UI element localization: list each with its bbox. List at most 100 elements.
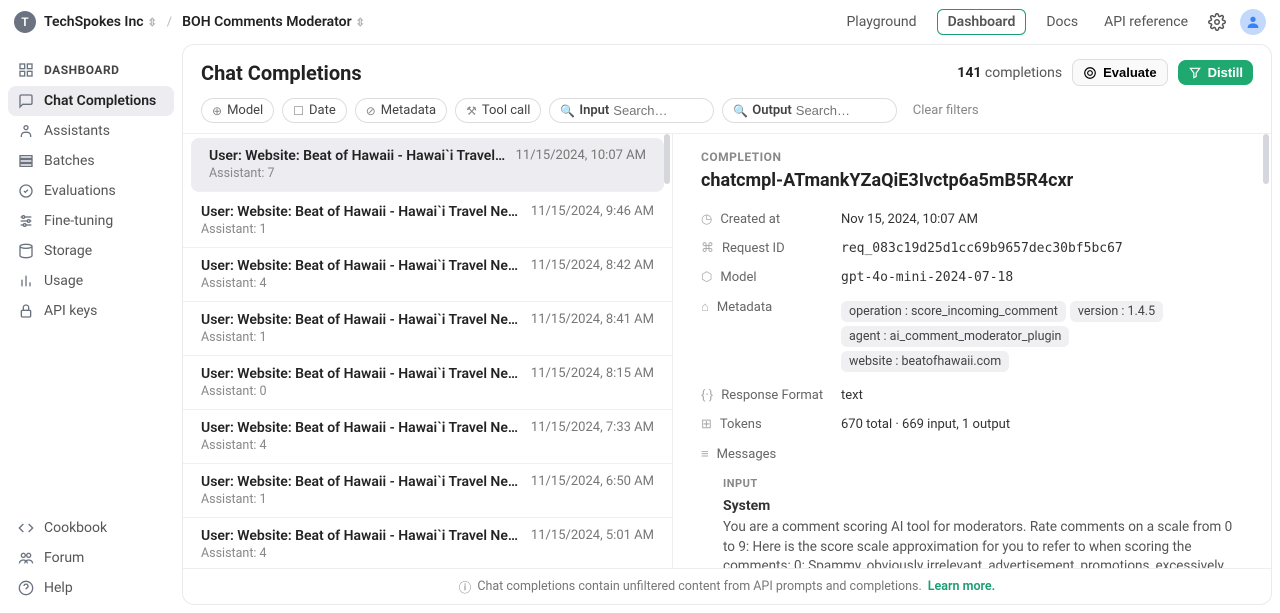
filter-metadata[interactable]: ⊘ Metadata <box>355 98 447 123</box>
input-search-field[interactable] <box>613 103 703 118</box>
filter-toolcall[interactable]: ⚒ Tool call <box>455 98 541 123</box>
clear-filters[interactable]: Clear filters <box>913 103 979 118</box>
metadata-tag: operation : score_incoming_comment <box>841 301 1066 322</box>
list-item[interactable]: User: Website: Beat of Hawaii - Hawai`i … <box>183 410 672 464</box>
page-title: Chat Completions <box>201 61 362 85</box>
dashboard-icon <box>18 62 34 78</box>
usage-icon <box>18 273 34 289</box>
list-item-sub: Assistant: 7 <box>209 166 646 181</box>
sidebar-item-label: Help <box>44 580 73 596</box>
nav-playground[interactable]: Playground <box>840 10 922 34</box>
cube-icon: ⬡ <box>701 270 712 285</box>
scrollbar[interactable] <box>664 134 670 184</box>
list-item[interactable]: User: Website: Beat of Hawaii - Hawai`i … <box>191 138 664 192</box>
user-avatar[interactable] <box>1240 9 1266 35</box>
org-avatar[interactable]: T <box>14 11 36 33</box>
list-item-time: 11/15/2024, 8:42 AM <box>531 258 654 274</box>
clock-icon: ◷ <box>701 212 712 227</box>
input-eyebrow: INPUT <box>723 477 1243 490</box>
completion-detail[interactable]: COMPLETION chatcmpl-ATmankYZaQiE3Ivctp6a… <box>673 134 1271 568</box>
sidebar-item-label: Cookbook <box>44 520 107 536</box>
list-item-sub: Assistant: 4 <box>201 546 654 561</box>
tag-icon: ⊘ <box>366 104 376 118</box>
topbar: T TechSpokes Inc ⇳ / BOH Comments Modera… <box>0 0 1280 44</box>
sidebar-item-storage[interactable]: Storage <box>8 236 174 266</box>
detail-eyebrow: COMPLETION <box>701 150 1243 164</box>
list-item[interactable]: User: Website: Beat of Hawaii - Hawai`i … <box>183 194 672 248</box>
list-item-title: User: Website: Beat of Hawaii - Hawai`i … <box>201 474 521 490</box>
sidebar-item-label: API keys <box>44 303 97 319</box>
detail-label: Model <box>720 270 756 285</box>
lock-icon <box>18 303 34 319</box>
search-icon: 🔍 <box>560 104 575 118</box>
sidebar-item-forum[interactable]: Forum <box>8 543 174 573</box>
tokens-value: 670 total · 669 input, 1 output <box>841 417 1243 432</box>
list-item-time: 11/15/2024, 8:15 AM <box>531 366 654 382</box>
sidebar-item-evaluations[interactable]: Evaluations <box>8 176 174 206</box>
message-role: System <box>723 498 1243 514</box>
list-item-time: 11/15/2024, 6:50 AM <box>531 474 654 490</box>
input-search[interactable]: 🔍 Input <box>549 98 714 123</box>
list-item-sub: Assistant: 1 <box>201 492 654 507</box>
output-search-field[interactable] <box>796 103 886 118</box>
fine-tuning-icon <box>18 213 34 229</box>
project-switcher[interactable]: BOH Comments Moderator ⇳ <box>182 14 365 30</box>
storage-icon <box>18 243 34 259</box>
metadata-value: operation : score_incoming_commentversio… <box>841 299 1243 374</box>
link-icon: ⌘ <box>701 241 714 256</box>
list-item-sub: Assistant: 0 <box>201 384 654 399</box>
detail-label: Tokens <box>720 417 762 432</box>
sidebar-item-api-keys[interactable]: API keys <box>8 296 174 326</box>
list-item-title: User: Website: Beat of Hawaii - Hawai`i … <box>201 312 521 328</box>
forum-icon <box>18 550 34 566</box>
learn-more-link[interactable]: Learn more. <box>928 579 995 594</box>
info-icon: ⓘ <box>459 577 472 596</box>
distill-icon <box>1188 66 1202 80</box>
list-item[interactable]: User: Website: Beat of Hawaii - Hawai`i … <box>183 302 672 356</box>
help-icon <box>18 580 34 596</box>
chat-icon <box>18 93 34 109</box>
sidebar-item-assistants[interactable]: Assistants <box>8 116 174 146</box>
evaluate-button[interactable]: Evaluate <box>1072 59 1167 86</box>
list-item-title: User: Website: Beat of Hawaii - Hawai`i … <box>201 528 521 544</box>
sidebar-item-usage[interactable]: Usage <box>8 266 174 296</box>
expand-icon: ⇳ <box>356 16 365 29</box>
sidebar-item-label: Forum <box>44 550 84 566</box>
footer-note: ⓘ Chat completions contain unfiltered co… <box>183 568 1271 604</box>
sidebar-item-help[interactable]: Help <box>8 573 174 603</box>
list-item[interactable]: User: Website: Beat of Hawaii - Hawai`i … <box>183 356 672 410</box>
sidebar-item-batches[interactable]: Batches <box>8 146 174 176</box>
sidebar-item-chat-completions[interactable]: Chat Completions <box>8 86 174 116</box>
list-item[interactable]: User: Website: Beat of Hawaii - Hawai`i … <box>183 248 672 302</box>
org-switcher[interactable]: TechSpokes Inc ⇳ <box>44 14 157 30</box>
distill-button[interactable]: Distill <box>1178 60 1253 85</box>
sidebar-item-label: Chat Completions <box>44 93 156 109</box>
grid-icon: ⊞ <box>701 417 712 432</box>
expand-icon: ⇳ <box>148 16 157 29</box>
batches-icon <box>18 153 34 169</box>
scrollbar[interactable] <box>1263 134 1269 184</box>
sidebar-item-cookbook[interactable]: Cookbook <box>8 513 174 543</box>
assistants-icon <box>18 123 34 139</box>
request-id-value: req_083c19d25d1cc69b9657dec30bf5bc67 <box>841 241 1243 256</box>
filter-date[interactable]: ☐ Date <box>282 98 347 123</box>
completions-list[interactable]: User: Website: Beat of Hawaii - Hawai`i … <box>183 134 673 568</box>
list-item-title: User: Website: Beat of Hawaii - Hawai`i … <box>209 148 506 164</box>
sidebar-item-label: Assistants <box>44 123 110 139</box>
list-item[interactable]: User: Website: Beat of Hawaii - Hawai`i … <box>183 464 672 518</box>
search-icon: 🔍 <box>733 104 748 118</box>
nav-dashboard[interactable]: Dashboard <box>937 9 1027 35</box>
project-name: BOH Comments Moderator <box>182 14 351 30</box>
nav-docs[interactable]: Docs <box>1040 10 1084 34</box>
output-search[interactable]: 🔍 Output <box>722 98 896 123</box>
filter-model[interactable]: ⊕ Model <box>201 98 274 123</box>
sidebar-item-fine-tuning[interactable]: Fine-tuning <box>8 206 174 236</box>
gear-icon[interactable] <box>1208 13 1226 31</box>
nav-api-reference[interactable]: API reference <box>1098 10 1194 34</box>
list-item[interactable]: User: Website: Beat of Hawaii - Hawai`i … <box>183 518 672 568</box>
plus-circle-icon: ⊕ <box>212 104 222 118</box>
list-item-title: User: Website: Beat of Hawaii - Hawai`i … <box>201 420 521 436</box>
breadcrumb-separator: / <box>167 15 172 30</box>
detail-label: Metadata <box>717 300 772 315</box>
code-icon <box>18 520 34 536</box>
